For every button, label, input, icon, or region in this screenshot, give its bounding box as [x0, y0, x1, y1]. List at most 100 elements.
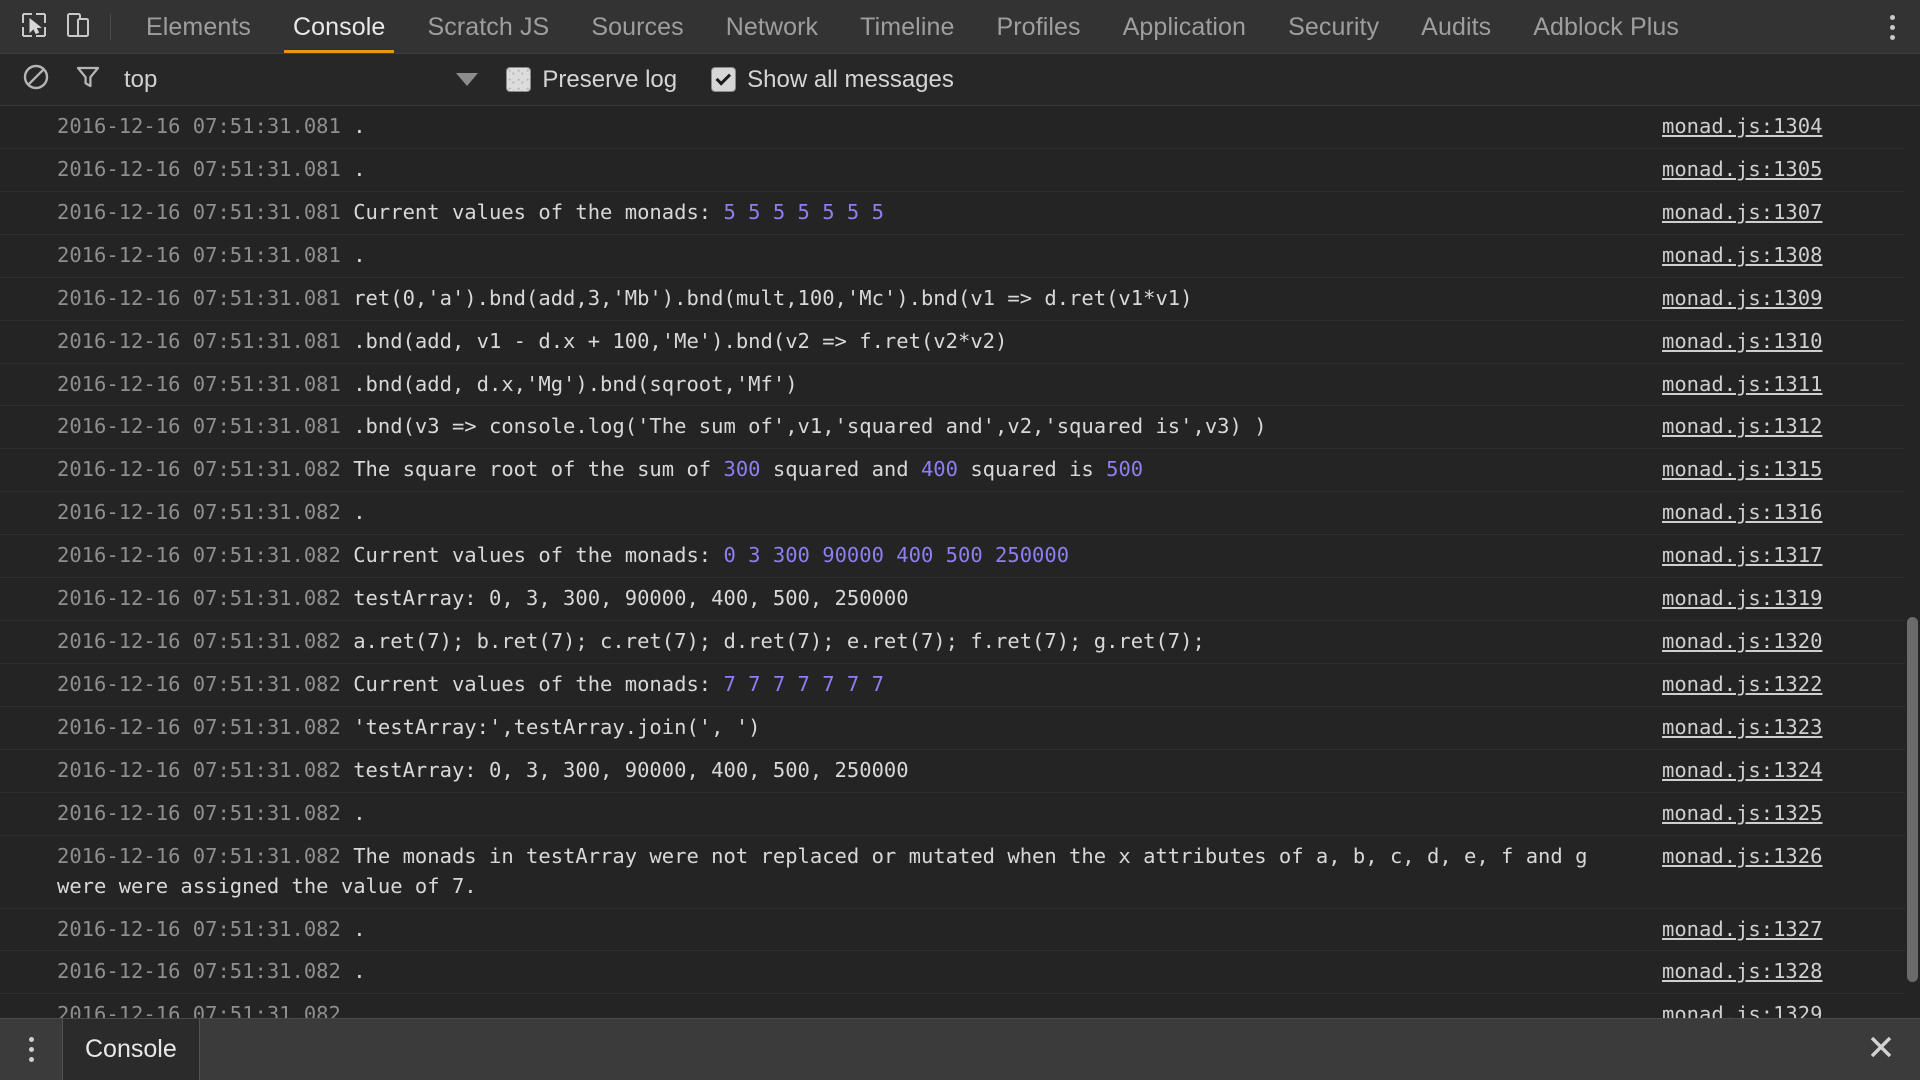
- console-message-timestamp: 2016-12-16 07:51:31.081: [57, 414, 354, 439]
- tab-scratch-js[interactable]: Scratch JS: [406, 0, 570, 54]
- console-source-link[interactable]: monad.js:1304: [1662, 112, 1920, 142]
- inspect-element-button[interactable]: [12, 0, 56, 54]
- console-source-link[interactable]: monad.js:1310: [1662, 327, 1920, 357]
- console-source-link[interactable]: monad.js:1326: [1662, 842, 1920, 872]
- console-message-row[interactable]: 2016-12-16 07:51:31.081 . monad.js:1308: [0, 235, 1920, 278]
- console-message-area[interactable]: 2016-12-16 07:51:31.081 . monad.js:1304 20…: [0, 106, 1920, 1018]
- clear-console-icon: [22, 63, 50, 96]
- main-menu-button[interactable]: [1864, 0, 1920, 54]
- console-message-row[interactable]: 2016-12-16 07:51:31.082 Current values o…: [0, 535, 1920, 579]
- console-source-link[interactable]: monad.js:1315: [1662, 455, 1920, 485]
- console-message-row[interactable]: 2016-12-16 07:51:31.082 'testArray:',tes…: [0, 707, 1920, 750]
- console-message-text: 2016-12-16 07:51:31.082: [0, 1000, 1662, 1018]
- console-message-segment: .bnd(add, v1 - d.x + 100,'Me').bnd(v2 =>…: [353, 328, 1008, 353]
- console-message-row[interactable]: 2016-12-16 07:51:31.082 monad.js:1329: [0, 994, 1920, 1018]
- execution-context-selector[interactable]: top: [124, 66, 157, 94]
- console-message-row[interactable]: 2016-12-16 07:51:31.082 testArray: 0, 3,…: [0, 578, 1920, 622]
- console-message-row[interactable]: 2016-12-16 07:51:31.081 ret(0,'a').bnd(a…: [0, 278, 1920, 321]
- console-message-segment: testArray: 0, 3, 300, 90000, 400, 500, 2…: [353, 586, 909, 611]
- show-all-messages-checkbox-box[interactable]: [711, 67, 737, 92]
- toolbar-divider: [110, 14, 111, 40]
- console-message-segment: .: [353, 959, 366, 984]
- tab-console[interactable]: Console: [272, 0, 406, 54]
- tab-application[interactable]: Application: [1102, 0, 1267, 54]
- preserve-log-checkbox[interactable]: Preserve log: [506, 66, 677, 94]
- console-message-row[interactable]: 2016-12-16 07:51:31.082 . monad.js:1316: [0, 492, 1920, 536]
- tab-audits[interactable]: Audits: [1400, 0, 1512, 54]
- console-source-link[interactable]: monad.js:1319: [1662, 584, 1920, 614]
- console-source-link[interactable]: monad.js:1322: [1662, 670, 1920, 700]
- console-message-row[interactable]: 2016-12-16 07:51:31.082 testArray: 0, 3,…: [0, 750, 1920, 793]
- device-toolbar-icon: [65, 12, 91, 43]
- console-message-row[interactable]: 2016-12-16 07:51:31.081 .bnd(v3 => conso…: [0, 406, 1920, 450]
- tab-label: Adblock Plus: [1533, 12, 1679, 41]
- console-message-timestamp: 2016-12-16 07:51:31.082: [57, 500, 354, 525]
- inspect-element-icon: [21, 12, 47, 43]
- console-source-link[interactable]: monad.js:1311: [1662, 370, 1920, 400]
- console-message-text: 2016-12-16 07:51:31.082 .: [0, 915, 1662, 945]
- device-toolbar-button[interactable]: [56, 0, 100, 54]
- console-source-link[interactable]: monad.js:1316: [1662, 498, 1920, 528]
- console-message-row[interactable]: 2016-12-16 07:51:31.081 .bnd(add, v1 - d…: [0, 321, 1920, 364]
- console-message-timestamp: 2016-12-16 07:51:31.082: [57, 543, 354, 568]
- console-message-timestamp: 2016-12-16 07:51:31.081: [57, 114, 354, 138]
- console-message-row[interactable]: 2016-12-16 07:51:31.082 . monad.js:1328: [0, 951, 1920, 995]
- console-message-segment: Current values of the monads:: [353, 671, 724, 696]
- close-drawer-button[interactable]: [1842, 1019, 1920, 1080]
- tab-elements[interactable]: Elements: [125, 0, 272, 54]
- console-source-link[interactable]: monad.js:1320: [1662, 627, 1920, 657]
- console-source-link[interactable]: monad.js:1325: [1662, 799, 1920, 829]
- console-message-text: 2016-12-16 07:51:31.081 .: [0, 241, 1662, 271]
- console-numeric-value: 5 5 5 5 5 5 5: [723, 199, 884, 224]
- console-source-link[interactable]: monad.js:1307: [1662, 198, 1920, 228]
- console-message-row[interactable]: 2016-12-16 07:51:31.081 .bnd(add, d.x,'M…: [0, 364, 1920, 407]
- drawer-menu-button[interactable]: [0, 1019, 62, 1080]
- preserve-log-checkbox-box[interactable]: [506, 67, 532, 92]
- console-message-row[interactable]: 2016-12-16 07:51:31.081 Current values o…: [0, 192, 1920, 235]
- console-source-link[interactable]: monad.js:1323: [1662, 713, 1920, 743]
- console-source-link[interactable]: monad.js:1329: [1662, 1000, 1920, 1018]
- console-message-list: 2016-12-16 07:51:31.081 . monad.js:1304 20…: [0, 106, 1920, 1018]
- tab-label: Elements: [146, 12, 252, 41]
- console-source-link[interactable]: monad.js:1305: [1662, 155, 1920, 185]
- console-scrollbar[interactable]: [1905, 106, 1920, 1018]
- console-scrollbar-thumb[interactable]: [1907, 617, 1918, 982]
- console-message-text: 2016-12-16 07:51:31.081 .bnd(add, d.x,'M…: [0, 370, 1662, 400]
- console-source-link[interactable]: monad.js:1317: [1662, 541, 1920, 571]
- console-message-text: 2016-12-16 07:51:31.081 ret(0,'a').bnd(a…: [0, 284, 1662, 314]
- show-all-messages-checkbox[interactable]: Show all messages: [711, 66, 954, 94]
- console-source-link[interactable]: monad.js:1312: [1662, 412, 1920, 442]
- console-source-link[interactable]: monad.js:1327: [1662, 915, 1920, 945]
- tab-timeline[interactable]: Timeline: [839, 0, 975, 54]
- console-message-text: 2016-12-16 07:51:31.082 Current values o…: [0, 670, 1662, 700]
- console-message-timestamp: 2016-12-16 07:51:31.082: [57, 586, 354, 611]
- console-source-link[interactable]: monad.js:1309: [1662, 284, 1920, 314]
- tab-label: Timeline: [860, 12, 955, 41]
- console-source-link[interactable]: monad.js:1308: [1662, 241, 1920, 271]
- console-source-link[interactable]: monad.js:1324: [1662, 756, 1920, 786]
- clear-console-button[interactable]: [10, 54, 62, 106]
- console-message-row[interactable]: 2016-12-16 07:51:31.081 . monad.js:1304: [0, 106, 1920, 149]
- console-message-text: 2016-12-16 07:51:31.081 .: [0, 155, 1662, 185]
- show-all-messages-label: Show all messages: [747, 65, 954, 93]
- tab-sources[interactable]: Sources: [570, 0, 704, 54]
- tab-adblock-plus[interactable]: Adblock Plus: [1512, 0, 1700, 54]
- drawer-tab-console[interactable]: Console: [62, 1019, 200, 1080]
- console-source-link[interactable]: monad.js:1328: [1662, 957, 1920, 987]
- tab-network[interactable]: Network: [705, 0, 839, 54]
- tab-security[interactable]: Security: [1267, 0, 1400, 54]
- console-message-segment: ret(0,'a').bnd(add,3,'Mb').bnd(mult,100,…: [353, 285, 1193, 310]
- chevron-down-icon[interactable]: [456, 73, 479, 86]
- console-message-segment: .: [353, 156, 366, 181]
- console-message-row[interactable]: 2016-12-16 07:51:31.082 The monads in te…: [0, 836, 1920, 909]
- console-message-row[interactable]: 2016-12-16 07:51:31.081 . monad.js:1305: [0, 149, 1920, 192]
- console-message-row[interactable]: 2016-12-16 07:51:31.082 . monad.js:1325: [0, 793, 1920, 836]
- tab-profiles[interactable]: Profiles: [975, 0, 1101, 54]
- console-message-row[interactable]: 2016-12-16 07:51:31.082 a.ret(7); b.ret(…: [0, 621, 1920, 664]
- console-message-row[interactable]: 2016-12-16 07:51:31.082 The square root …: [0, 449, 1920, 493]
- console-message-row[interactable]: 2016-12-16 07:51:31.082 Current values o…: [0, 664, 1920, 707]
- filter-button[interactable]: [62, 54, 114, 106]
- console-message-timestamp: 2016-12-16 07:51:31.081: [57, 328, 354, 353]
- console-message-row[interactable]: 2016-12-16 07:51:31.082 . monad.js:1327: [0, 909, 1920, 952]
- console-message-timestamp: 2016-12-16 07:51:31.082: [57, 800, 354, 825]
